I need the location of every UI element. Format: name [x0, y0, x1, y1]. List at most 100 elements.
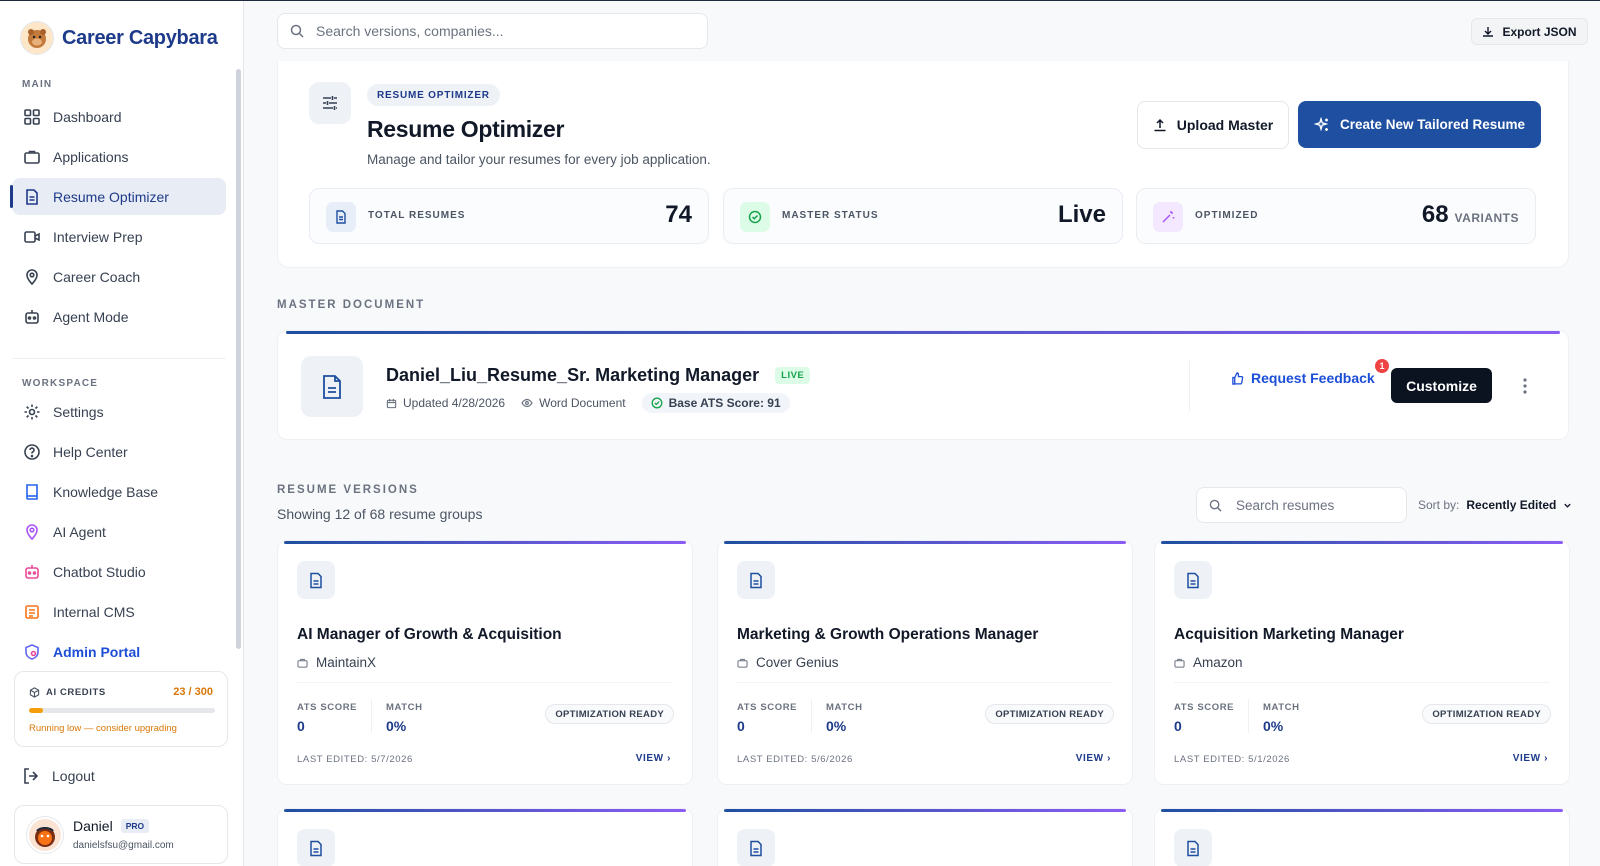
- document-icon: [737, 561, 775, 599]
- ai-credits-label-row: AI CREDITS: [29, 687, 106, 698]
- document-icon: [326, 202, 356, 232]
- help-circle-icon: [24, 443, 40, 460]
- request-feedback-button[interactable]: Request Feedback: [1231, 370, 1375, 386]
- upload-icon: [1154, 118, 1166, 132]
- resume-card[interactable]: Marketing & Growth Operations Manager Co…: [717, 540, 1133, 785]
- resume-card[interactable]: [1154, 808, 1570, 866]
- resume-card[interactable]: [277, 808, 693, 866]
- logout-button[interactable]: Logout: [22, 767, 95, 785]
- sidebar-item-knowledge-base[interactable]: Knowledge Base: [12, 473, 226, 510]
- ai-pin-icon: [26, 523, 38, 540]
- stat-label: OPTIMIZED: [1195, 210, 1259, 221]
- sparkles-icon: [1313, 116, 1329, 131]
- sidebar-item-interview-prep[interactable]: Interview Prep: [12, 218, 226, 255]
- match-value: 0%: [826, 718, 847, 734]
- stat-divider: [1248, 699, 1249, 733]
- export-json-button[interactable]: Export JSON: [1471, 18, 1588, 45]
- ats-score-label: ATS SCORE: [297, 702, 358, 713]
- document-icon: [297, 561, 335, 599]
- status-badge: OPTIMIZATION READY: [985, 704, 1114, 724]
- shield-icon: [25, 643, 39, 660]
- download-icon: [1483, 26, 1494, 37]
- sidebar-item-label: Dashboard: [53, 108, 122, 125]
- base-ats-badge: Base ATS Score: 91: [641, 393, 790, 413]
- more-options-icon[interactable]: [1514, 373, 1536, 399]
- sidebar-item-applications[interactable]: Applications: [12, 138, 226, 175]
- capybara-logo-icon: [20, 21, 54, 55]
- master-document-title[interactable]: Daniel_Liu_Resume_Sr. Marketing Manager: [386, 365, 759, 386]
- main-section-label: MAIN: [22, 79, 53, 90]
- sidebar-item-help-center[interactable]: Help Center: [12, 433, 226, 470]
- stat-divider: [371, 699, 372, 733]
- sidebar-scrollbar[interactable]: [236, 69, 241, 649]
- user-profile-card[interactable]: Daniel PRO danielsfsu@gmail.com: [14, 805, 228, 864]
- resume-search[interactable]: [1196, 487, 1407, 523]
- resume-card[interactable]: [717, 808, 1133, 866]
- match-label: MATCH: [386, 702, 423, 713]
- match-label: MATCH: [1263, 702, 1300, 713]
- resume-card-company: MaintainX: [297, 655, 376, 670]
- sort-label: Sort by:: [1418, 498, 1460, 512]
- sidebar-item-dashboard[interactable]: Dashboard: [12, 98, 226, 135]
- master-document-card: Daniel_Liu_Resume_Sr. Marketing Manager …: [277, 330, 1569, 440]
- logout-icon: [24, 768, 39, 784]
- master-document-heading: MASTER DOCUMENT: [277, 299, 426, 311]
- pro-badge: PRO: [120, 819, 150, 833]
- last-edited: LAST EDITED: 5/7/2026: [297, 754, 413, 765]
- cube-icon: [29, 687, 40, 698]
- robot-icon: [25, 309, 39, 324]
- sidebar-item-chatbot-studio[interactable]: Chatbot Studio: [12, 553, 226, 590]
- brand[interactable]: Career Capybara: [20, 21, 218, 55]
- resume-search-input[interactable]: [1236, 497, 1386, 513]
- sidebar-item-resume-optimizer[interactable]: Resume Optimizer: [10, 178, 226, 215]
- stat-unit: VARIANTS: [1454, 211, 1519, 225]
- create-tailored-resume-button[interactable]: Create New Tailored Resume: [1298, 101, 1541, 148]
- view-link[interactable]: VIEW ›: [1076, 753, 1111, 764]
- status-badge: OPTIMIZATION READY: [545, 704, 674, 724]
- view-label: VIEW: [1075, 753, 1104, 764]
- sidebar-item-agent-mode[interactable]: Agent Mode: [12, 298, 226, 335]
- magic-wand-icon: [1153, 202, 1183, 232]
- view-link[interactable]: VIEW ›: [1513, 753, 1548, 764]
- customize-button[interactable]: Customize: [1391, 368, 1492, 403]
- sidebar-item-settings[interactable]: Settings: [12, 393, 226, 430]
- card-divider: [297, 682, 673, 683]
- page-pill: RESUME OPTIMIZER: [367, 84, 500, 106]
- stat-number: Live: [1057, 201, 1106, 228]
- stat-master-status: MASTER STATUS Live: [723, 188, 1123, 244]
- company-name: Amazon: [1193, 655, 1243, 670]
- resume-card[interactable]: AI Manager of Growth & Acquisition Maint…: [277, 540, 693, 785]
- ai-credits-label: AI CREDITS: [46, 687, 106, 698]
- check-badge-icon: [740, 202, 770, 232]
- match-value: 0%: [386, 718, 407, 734]
- notification-badge: 1: [1375, 359, 1389, 373]
- sidebar-item-internal-cms[interactable]: Internal CMS: [12, 593, 226, 630]
- search-icon: [290, 24, 304, 38]
- sidebar-item-career-coach[interactable]: Career Coach: [12, 258, 226, 295]
- search-input[interactable]: [316, 23, 676, 39]
- chevron-right-icon: ›: [667, 753, 671, 764]
- briefcase-icon: [297, 658, 308, 668]
- sidebar-item-label: Agent Mode: [53, 308, 129, 325]
- upload-master-button[interactable]: Upload Master: [1137, 101, 1289, 149]
- view-link[interactable]: VIEW ›: [636, 753, 671, 764]
- page-header-card: RESUME OPTIMIZER Resume Optimizer Manage…: [277, 61, 1569, 268]
- view-label: VIEW: [1512, 753, 1541, 764]
- sidebar-item-label: AI Agent: [53, 523, 106, 540]
- sidebar: Career Capybara MAIN Dashboard Applicati…: [0, 1, 244, 866]
- sidebar-item-admin-portal[interactable]: Admin Portal: [12, 633, 226, 670]
- briefcase-icon: [24, 150, 40, 164]
- ats-score-value: 0: [1174, 718, 1182, 734]
- global-search[interactable]: [277, 13, 708, 49]
- sidebar-item-label: Chatbot Studio: [53, 563, 146, 580]
- upload-master-label: Upload Master: [1176, 117, 1274, 133]
- sort-dropdown[interactable]: Sort by: Recently Edited: [1418, 498, 1572, 512]
- ai-credits-progress: [29, 708, 215, 713]
- resume-card[interactable]: Acquisition Marketing Manager Amazon ATS…: [1154, 540, 1570, 785]
- calendar-icon: [386, 398, 397, 408]
- resume-versions-heading: RESUME VERSIONS: [277, 484, 419, 496]
- stat-total-resumes: TOTAL RESUMES 74: [309, 188, 709, 244]
- sidebar-item-ai-agent[interactable]: AI Agent: [12, 513, 226, 550]
- sort-value: Recently Edited: [1466, 498, 1557, 512]
- ai-credits-progress-fill: [29, 708, 44, 713]
